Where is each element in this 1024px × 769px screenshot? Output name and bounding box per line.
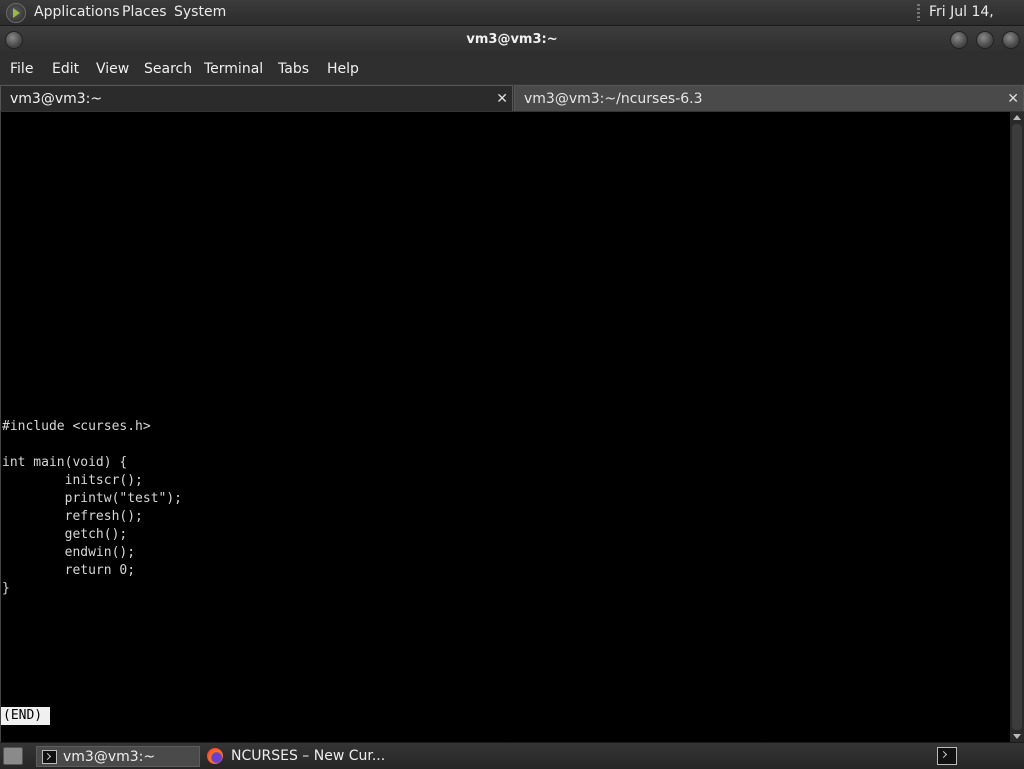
- tab-home[interactable]: vm3@vm3:~ ✕: [0, 85, 513, 111]
- minimize-icon[interactable]: [950, 31, 968, 49]
- places-menu[interactable]: Places: [122, 0, 167, 25]
- bottom-panel: vm3@vm3:~ NCURSES – New Cur...: [0, 742, 1024, 769]
- menu-tabs[interactable]: Tabs: [278, 54, 309, 84]
- system-menu[interactable]: System: [174, 0, 226, 25]
- menu-file[interactable]: File: [10, 54, 33, 84]
- terminal-line: endwin();: [2, 545, 136, 560]
- terminal-line: int main(void) {: [2, 455, 128, 470]
- menubar: File Edit View Search Terminal Tabs Help: [0, 54, 1024, 84]
- maximize-icon[interactable]: [976, 31, 994, 49]
- clock[interactable]: Fri Jul 14, 06:16: [929, 0, 1024, 45]
- panel-separator: [917, 4, 920, 21]
- scroll-up-icon[interactable]: [1013, 115, 1021, 120]
- menu-view[interactable]: View: [96, 54, 129, 84]
- tab-label: vm3@vm3:~: [10, 91, 103, 107]
- menu-terminal[interactable]: Terminal: [204, 54, 263, 84]
- terminal-line: #include <curses.h>: [2, 419, 151, 434]
- window-titlebar[interactable]: vm3@vm3:~: [0, 26, 1024, 54]
- menu-edit[interactable]: Edit: [52, 54, 79, 84]
- terminal-line: refresh();: [2, 509, 143, 524]
- firefox-icon: [207, 748, 223, 764]
- taskbar-item-label: vm3@vm3:~: [63, 749, 156, 765]
- terminal-scrollbar[interactable]: [1010, 112, 1024, 742]
- terminal-line: getch();: [2, 527, 128, 542]
- terminal-line: return 0;: [2, 563, 136, 578]
- window-title: vm3@vm3:~: [466, 32, 558, 47]
- terminal-icon: [42, 750, 57, 764]
- terminal-text: #include <curses.h> int main(void) { ini…: [2, 418, 182, 598]
- terminal-line: initscr();: [2, 473, 143, 488]
- tab-bar: vm3@vm3:~ ✕ vm3@vm3:~/ncurses-6.3 ✕: [0, 84, 1024, 112]
- menu-help[interactable]: Help: [327, 54, 359, 84]
- close-window-icon[interactable]: [1002, 31, 1020, 49]
- terminal-line: }: [2, 581, 10, 596]
- tab-label: vm3@vm3:~/ncurses-6.3: [524, 91, 703, 107]
- menu-search[interactable]: Search: [144, 54, 192, 84]
- taskbar-item-firefox[interactable]: NCURSES – New Cur...: [202, 746, 386, 767]
- taskbar-item-label: NCURSES – New Cur...: [231, 748, 386, 764]
- applications-menu[interactable]: Applications: [34, 0, 120, 25]
- tab-close-icon[interactable]: ✕: [496, 86, 508, 112]
- pager-end-indicator: (END): [1, 707, 51, 725]
- scroll-down-icon[interactable]: [1013, 734, 1021, 739]
- taskbar-item-terminal[interactable]: vm3@vm3:~: [36, 746, 200, 767]
- tray-terminal-icon[interactable]: [937, 747, 957, 765]
- show-desktop-icon[interactable]: [3, 747, 23, 765]
- tab-ncurses[interactable]: vm3@vm3:~/ncurses-6.3 ✕: [514, 85, 1024, 111]
- terminal-line: printw("test");: [2, 491, 183, 506]
- top-panel: Applications Places System Fri Jul 14, 0…: [0, 0, 1024, 45]
- scrollbar-thumb[interactable]: [1012, 124, 1022, 730]
- applications-logo-icon[interactable]: [6, 3, 26, 23]
- tab-close-icon[interactable]: ✕: [1007, 86, 1019, 112]
